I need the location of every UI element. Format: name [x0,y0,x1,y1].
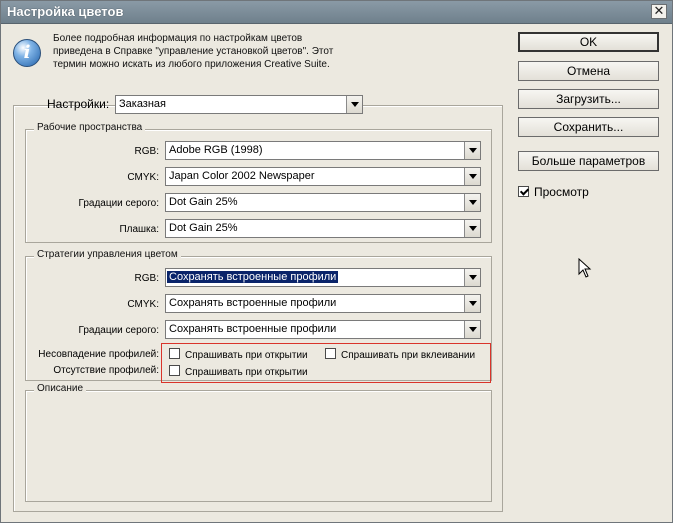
pol-cmyk-label: CMYK: [127,299,159,310]
mismatch-open-checkbox[interactable] [169,348,180,359]
pol-gray-value: Сохранять встроенные профили [169,323,337,335]
ws-cmyk-value: Japan Color 2002 Newspaper [169,170,315,182]
description-group: Описание [25,383,492,502]
title-bar[interactable]: Настройка цветов ✕ [1,1,672,24]
settings-label: Настройки: [47,97,110,111]
chevron-down-icon[interactable] [464,269,480,286]
color-settings-dialog: Настройка цветов ✕ i Более подробная инф… [0,0,673,523]
chevron-down-icon[interactable] [464,168,480,185]
info-text: Более подробная информация по настройкам… [53,32,393,71]
ws-rgb-select[interactable]: Adobe RGB (1998) [165,141,481,160]
chevron-down-icon[interactable] [464,194,480,211]
preview-checkbox-box[interactable] [518,186,529,197]
ws-gray-label: Градации серого: [78,198,159,209]
pol-cmyk-select[interactable]: Сохранять встроенные профили [165,294,481,313]
ws-gray-value: Dot Gain 25% [169,196,238,208]
settings-select-value: Заказная [119,98,167,110]
ws-spot-label: Плашка: [119,224,159,235]
mismatch-open-label: Спрашивать при открытии [185,350,308,361]
description-title: Описание [34,383,87,394]
load-button[interactable]: Загрузить... [518,89,659,109]
ws-rgb-value: Adobe RGB (1998) [169,144,263,156]
preview-checkbox[interactable]: Просмотр [518,185,589,199]
missing-open-checkbox[interactable] [169,365,180,376]
preview-label: Просмотр [534,185,589,199]
missing-open-label: Спрашивать при открытии [185,367,308,378]
info-line-1: Более подробная информация по настройкам… [53,33,303,44]
chevron-down-icon[interactable] [464,321,480,338]
missing-open-option[interactable]: Спрашивать при открытии [169,365,308,378]
mismatch-label: Несовпадение профилей: [38,349,159,360]
ws-spot-select[interactable]: Dot Gain 25% [165,219,481,238]
mismatch-paste-option[interactable]: Спрашивать при вклеивании [325,348,475,361]
chevron-down-icon[interactable] [464,295,480,312]
color-policies-title: Стратегии управления цветом [34,249,181,260]
pol-rgb-select[interactable]: Сохранять встроенные профили [165,268,481,287]
mismatch-paste-label: Спрашивать при вклеивании [341,350,476,361]
pol-gray-label: Градации серого: [78,325,159,336]
missing-label: Отсутствие профилей: [53,365,159,376]
settings-select[interactable]: Заказная [115,95,363,114]
mismatch-paste-checkbox[interactable] [325,348,336,359]
more-options-button[interactable]: Больше параметров [518,151,659,171]
ws-rgb-label: RGB: [134,146,159,157]
ws-cmyk-label: CMYK: [127,172,159,183]
info-icon: i [13,39,41,67]
mouse-cursor-icon [578,258,592,278]
info-line-2: приведена в Справке "управление установк… [53,46,334,57]
ws-gray-select[interactable]: Dot Gain 25% [165,193,481,212]
pol-rgb-value: Сохранять встроенные профили [167,271,339,283]
save-button[interactable]: Сохранить... [518,117,659,137]
chevron-down-icon[interactable] [346,96,362,113]
chevron-down-icon[interactable] [464,220,480,237]
pol-rgb-label: RGB: [134,273,159,284]
window-title: Настройка цветов [7,4,124,19]
mismatch-open-option[interactable]: Спрашивать при открытии [169,348,308,361]
cancel-button[interactable]: Отмена [518,61,659,81]
ws-cmyk-select[interactable]: Japan Color 2002 Newspaper [165,167,481,186]
pol-cmyk-value: Сохранять встроенные профили [169,297,337,309]
info-line-3: термин можно искать из любого приложения… [53,59,330,70]
close-button[interactable]: ✕ [651,4,667,19]
working-spaces-title: Рабочие пространства [34,122,146,133]
ws-spot-value: Dot Gain 25% [169,222,238,234]
ok-button[interactable]: OK [518,32,659,52]
pol-gray-select[interactable]: Сохранять встроенные профили [165,320,481,339]
chevron-down-icon[interactable] [464,142,480,159]
